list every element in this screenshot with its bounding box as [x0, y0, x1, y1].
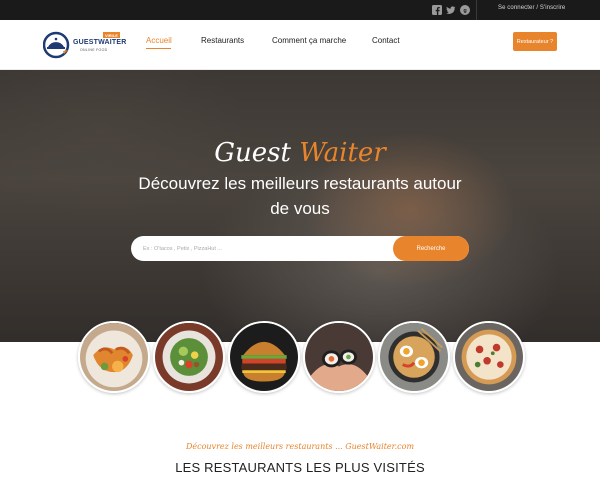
- google-plus-icon[interactable]: g: [460, 5, 470, 15]
- hero-script-logo: Guest Waiter: [0, 138, 600, 168]
- search-bar: Recherche: [131, 236, 469, 261]
- logo-subtitle: ONLINE FOOD: [80, 48, 108, 52]
- twitter-icon[interactable]: [446, 5, 456, 15]
- nav-item-accueil[interactable]: Accueil: [146, 36, 172, 45]
- logo-badge: VIRILE: [103, 32, 120, 38]
- login-register-link[interactable]: Se connecter / S'inscrire: [498, 5, 565, 11]
- script-logo-first: Guest: [214, 138, 291, 168]
- waiter-logo-icon: [43, 31, 70, 59]
- top-bar: g Se connecter / S'inscrire: [0, 0, 600, 20]
- site-logo[interactable]: VIRILE GUESTWAITER ONLINE FOOD: [43, 29, 127, 61]
- section-tagline: Découvrez les meilleurs restaurants ... …: [185, 442, 415, 451]
- search-input[interactable]: [143, 236, 383, 261]
- restaurateur-button[interactable]: Restaurateur ?: [513, 32, 557, 51]
- hero-title: Découvrez les meilleurs restaurants auto…: [138, 174, 462, 218]
- script-logo-second: Waiter: [299, 138, 386, 168]
- nav-item-how-it-works[interactable]: Comment ça marche: [272, 36, 346, 45]
- nav-active-underline: [146, 48, 171, 49]
- nav-item-contact[interactable]: Contact: [372, 36, 400, 45]
- search-button[interactable]: Recherche: [393, 236, 469, 261]
- section-title: LES RESTAURANTS LES PLUS VISITÉS: [175, 460, 425, 475]
- hero-section: Guest Waiter Découvrez les meilleurs res…: [0, 70, 600, 342]
- svg-text:g: g: [463, 8, 466, 14]
- logo-title: GUESTWAITER: [73, 39, 127, 46]
- topbar-divider: [476, 0, 477, 20]
- main-navbar: VIRILE GUESTWAITER ONLINE FOOD Accueil R…: [0, 20, 600, 70]
- facebook-icon[interactable]: [432, 5, 442, 15]
- nav-item-restaurants[interactable]: Restaurants: [201, 36, 244, 45]
